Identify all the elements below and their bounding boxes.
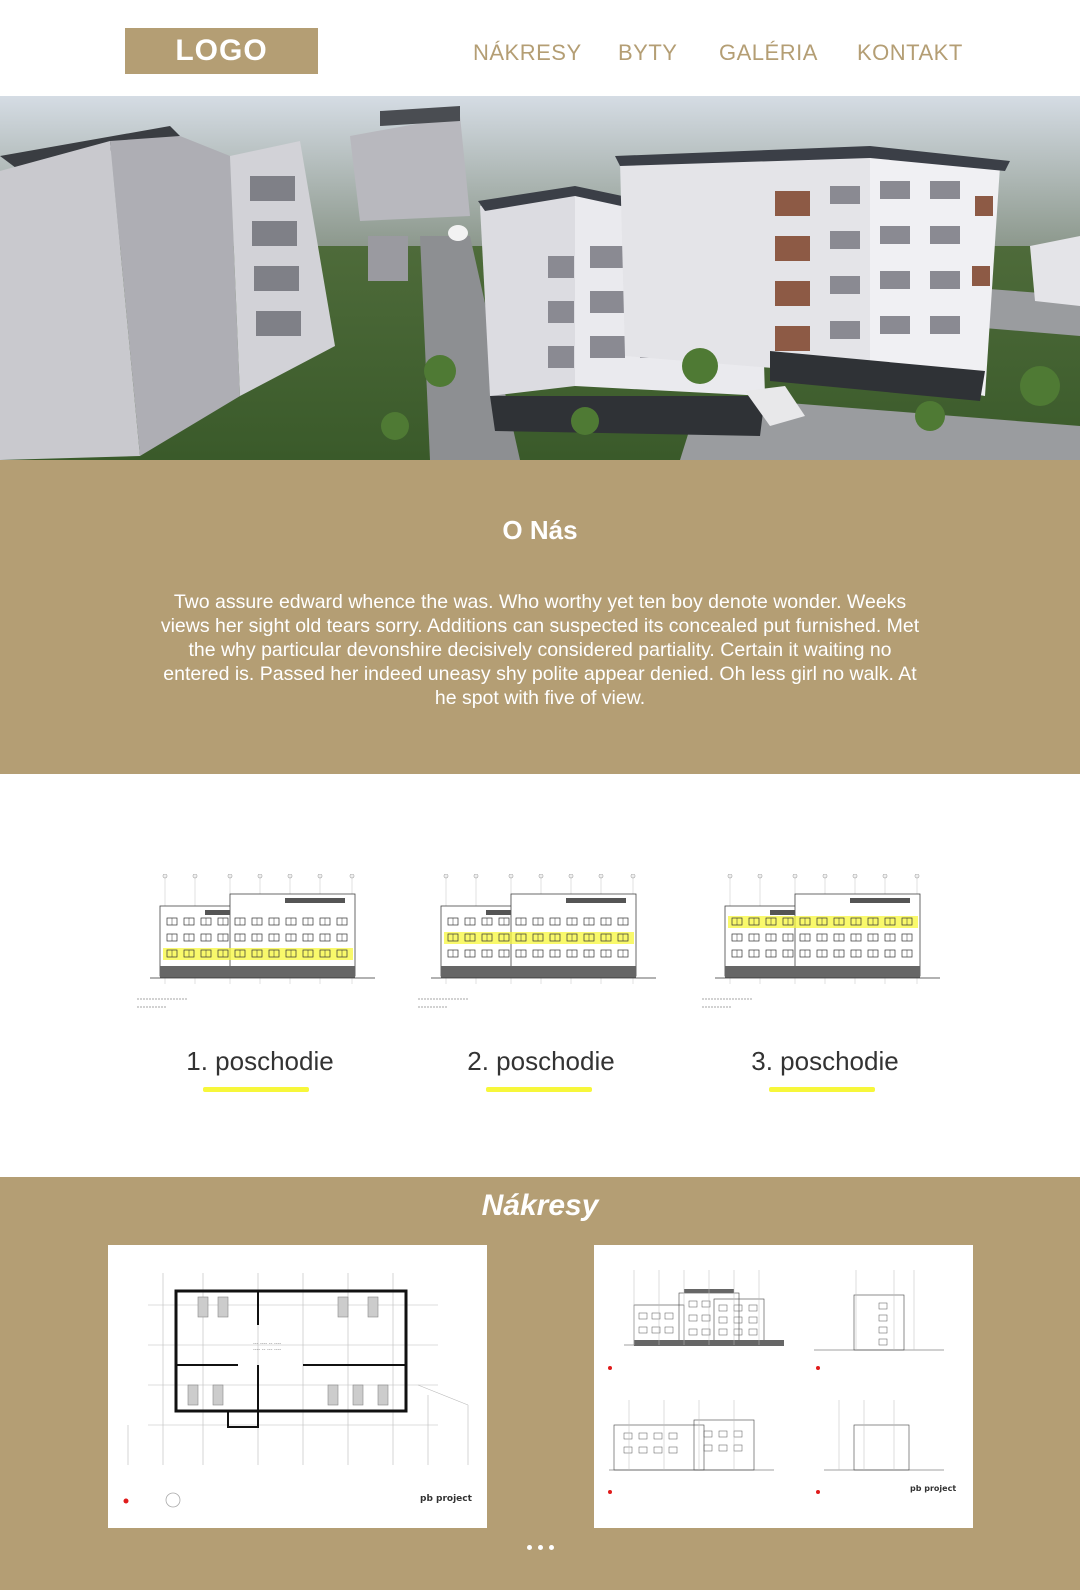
- floor-underline: [769, 1087, 875, 1092]
- floor-3-elevation-image: [702, 874, 940, 1008]
- drawings-section: Nákresy --- ---- -- ---- ---- -- --- ---…: [0, 1177, 1080, 1590]
- nav-galeria[interactable]: GALÉRIA: [719, 40, 818, 66]
- floor-label: 2. poschodie: [467, 1046, 615, 1076]
- floor-1-elevation-image: [137, 874, 375, 1008]
- floor-label: 1. poschodie: [186, 1046, 334, 1076]
- floors-section: 1. poschodie 2. poschodie 3. poschodie: [0, 774, 1080, 1177]
- brand-mark: pb project: [910, 1484, 956, 1493]
- brand-mark: pb project: [420, 1494, 473, 1504]
- drawings-title: Nákresy: [481, 1189, 599, 1222]
- more-dots-icon[interactable]: [520, 1545, 560, 1557]
- hero-image: [0, 96, 1080, 460]
- floor-label: 3. poschodie: [751, 1046, 899, 1076]
- nav-kontakt[interactable]: KONTAKT: [857, 40, 963, 66]
- nav-nakresy[interactable]: NÁKRESY: [473, 40, 582, 66]
- elevations-drawing: pb project: [594, 1245, 973, 1528]
- site-header: LOGO NÁKRESY BYTY GALÉRIA KONTAKT: [0, 0, 1080, 96]
- about-title: O Nás: [502, 515, 578, 545]
- about-text: Two assure edward whence the was. Who wo…: [160, 591, 920, 709]
- main-nav: NÁKRESY BYTY GALÉRIA KONTAKT: [0, 40, 1080, 70]
- elevations-sheet[interactable]: pb project: [594, 1245, 973, 1528]
- floor-card-2[interactable]: 2. poschodie: [416, 874, 666, 1134]
- floor-plan-sheet[interactable]: --- ---- -- ---- ---- -- --- ---- pb pro…: [108, 1245, 487, 1528]
- floor-card-3[interactable]: 3. poschodie: [700, 874, 950, 1134]
- floor-underline: [203, 1087, 309, 1092]
- building-render-image: [0, 96, 1080, 460]
- floor-plan-drawing: --- ---- -- ---- ---- -- --- ---- pb pro…: [108, 1245, 487, 1528]
- svg-text:---- -- --- ----: ---- -- --- ----: [253, 1347, 281, 1353]
- nav-byty[interactable]: BYTY: [618, 40, 677, 66]
- floor-2-elevation-image: [418, 874, 656, 1008]
- floor-card-1[interactable]: 1. poschodie: [135, 874, 385, 1134]
- floor-underline: [486, 1087, 592, 1092]
- about-section: O Nás Two assure edward whence the was. …: [0, 460, 1080, 774]
